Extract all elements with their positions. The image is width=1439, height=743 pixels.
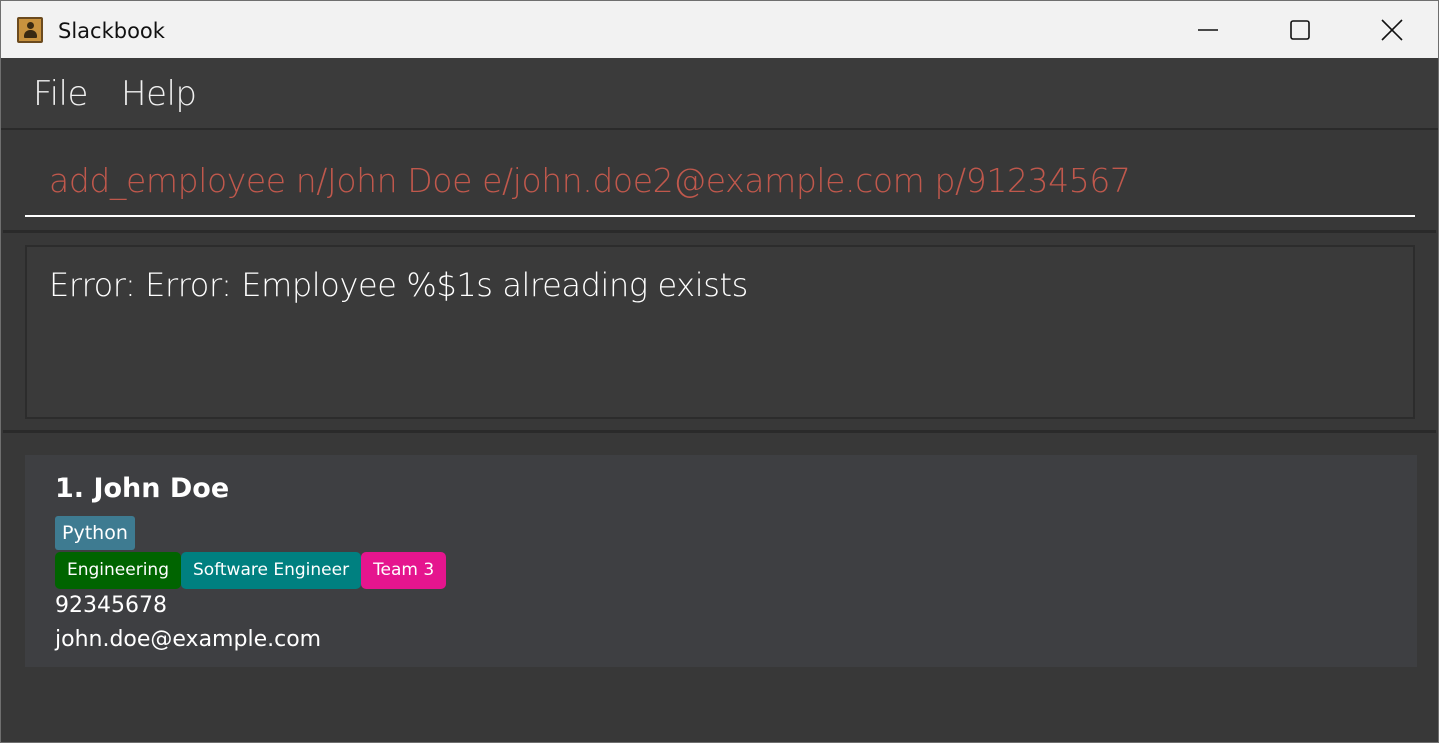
command-box-pane: add_employee n/John Doe e/john.doe2@exam…	[3, 130, 1436, 233]
tag-engineering: Engineering	[55, 552, 181, 589]
skill-tag: Python	[55, 516, 135, 550]
team-tags: Engineering Software Engineer Team 3	[55, 552, 447, 589]
window-title: Slackbook	[58, 19, 165, 43]
tag-software-engineer: Software Engineer	[181, 552, 362, 589]
employee-name: 1. John Doe	[55, 473, 230, 504]
employee-list[interactable]: 1. John Doe Python Engineering Software …	[3, 435, 1436, 742]
employee-card[interactable]: 1. John Doe Python Engineering Software …	[25, 455, 1417, 667]
minimize-icon	[1198, 29, 1218, 31]
close-icon	[1381, 19, 1403, 41]
command-input-text: add_employee n/John Doe e/john.doe2@exam…	[49, 161, 1131, 200]
tag-team-3: Team 3	[361, 552, 447, 589]
result-display[interactable]: Error: Error: Employee %$1s alreading ex…	[25, 245, 1415, 419]
menu-file[interactable]: File	[33, 73, 88, 115]
maximize-button[interactable]	[1254, 1, 1346, 58]
command-input[interactable]: add_employee n/John Doe e/john.doe2@exam…	[25, 130, 1415, 217]
employee-phone: 92345678	[55, 593, 167, 618]
result-display-pane: Error: Error: Employee %$1s alreading ex…	[3, 233, 1436, 433]
close-button[interactable]	[1346, 1, 1438, 58]
result-message: Error: Error: Employee %$1s alreading ex…	[49, 266, 748, 304]
menu-help[interactable]: Help	[121, 73, 197, 115]
menu-bar: File Help	[1, 58, 1438, 130]
title-bar[interactable]: Slackbook	[1, 1, 1438, 58]
employee-email: john.doe@example.com	[55, 627, 322, 652]
minimize-button[interactable]	[1162, 1, 1254, 58]
maximize-icon	[1290, 20, 1310, 40]
skill-tags: Python	[55, 516, 135, 550]
app-window: Slackbook File Help add_employee n/John …	[0, 0, 1439, 743]
contact-book-icon	[17, 17, 43, 43]
